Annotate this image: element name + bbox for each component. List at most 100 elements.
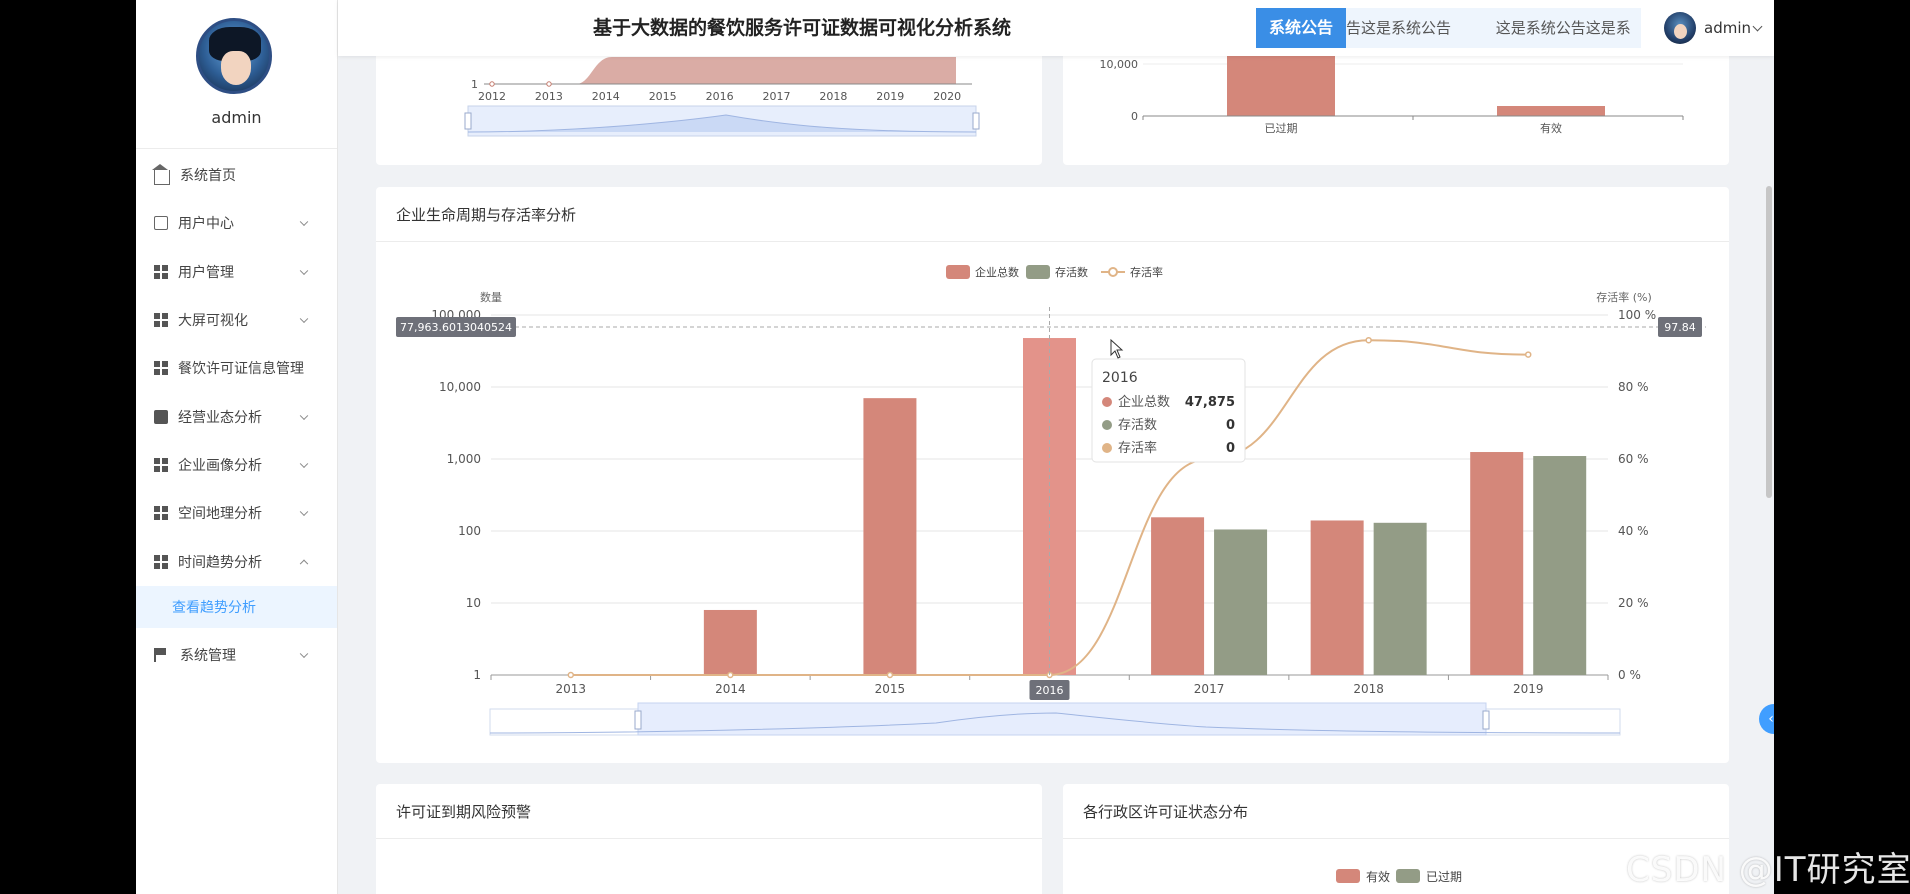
y-right-tick: 20 % bbox=[1618, 596, 1649, 610]
sidebar-item-time-trend[interactable]: 时间趋势分析 bbox=[136, 537, 337, 585]
top-left-x-label: 2018 bbox=[819, 90, 847, 103]
top-left-x-label: 2017 bbox=[763, 90, 791, 103]
chevron-down-icon[interactable] bbox=[1752, 21, 1763, 32]
y-right-tick: 60 % bbox=[1618, 452, 1649, 466]
sidebar-item-spatial[interactable]: 空间地理分析 bbox=[136, 489, 337, 537]
tooltip-series-name: 企业总数 bbox=[1118, 394, 1170, 410]
sidebar-item-label: 企业画像分析 bbox=[178, 457, 262, 474]
chevron-down-icon bbox=[299, 314, 309, 324]
sidebar-item-label: 经营业态分析 bbox=[178, 409, 262, 426]
lifecycle-chart[interactable]: 数量 存活率 (%) 1 0 % 10 20 % 100 40 % 1,000 60 % 10,00… bbox=[376, 187, 1729, 763]
chevron-down-icon bbox=[299, 649, 309, 658]
mouse-cursor-icon bbox=[1110, 338, 1124, 359]
pointer-label-right: 97.84 bbox=[1664, 321, 1696, 334]
legend-label[interactable]: 已过期 bbox=[1426, 870, 1462, 884]
tooltip-series-name: 存活率 bbox=[1118, 440, 1157, 456]
top-left-x-label: 2013 bbox=[535, 90, 563, 103]
survival-rate-point bbox=[1365, 336, 1372, 344]
sidebar-item-label: 系统管理 bbox=[180, 647, 236, 664]
survival-rate-point bbox=[727, 671, 734, 679]
tooltip-title: 2016 bbox=[1102, 370, 1138, 386]
x-tick-label: 2019 bbox=[1513, 682, 1544, 696]
sidebar-item-label: 时间趋势分析 bbox=[178, 554, 262, 571]
zoom-handle-right[interactable] bbox=[1482, 710, 1490, 730]
sidebar-item-user-center[interactable]: 用户中心 bbox=[136, 199, 337, 247]
sidebar-item-business-format[interactable]: 经营业态分析 bbox=[136, 392, 337, 440]
zoom-handle-right[interactable] bbox=[972, 112, 980, 130]
tooltip-series-name: 存活数 bbox=[1118, 418, 1157, 433]
submenu-item-view-trend[interactable]: 查看趋势分析 bbox=[136, 585, 337, 628]
y-left-tick: 10,000 bbox=[439, 380, 481, 394]
top-right-y-tick: 0 bbox=[1131, 110, 1138, 123]
grid-icon bbox=[154, 313, 168, 328]
sidebar-item-license-info[interactable]: 餐饮许可证信息管理 bbox=[136, 344, 337, 392]
top-left-x-label: 2020 bbox=[933, 90, 961, 103]
top-left-x-label: 2014 bbox=[592, 90, 620, 103]
top-left-x-label: 2016 bbox=[706, 90, 734, 103]
bar-valid bbox=[1497, 106, 1605, 116]
sidebar-item-label: 空间地理分析 bbox=[178, 506, 262, 523]
sidebar: admin 系统首页 用户中心 用户管理 大屏可视化 餐饮许可证信息管理 经营业… bbox=[136, 0, 338, 894]
grid-icon bbox=[154, 554, 168, 569]
bar-enterprise-total bbox=[863, 398, 917, 675]
tooltip-marker bbox=[1102, 443, 1112, 453]
y-left-tick: 100 bbox=[458, 524, 481, 538]
chevron-down-icon bbox=[299, 507, 309, 517]
bar-enterprise-total bbox=[703, 609, 757, 675]
bar-enterprise-total bbox=[1151, 517, 1205, 675]
sidebar-item-enterprise-profile[interactable]: 企业画像分析 bbox=[136, 441, 337, 489]
pointer-label-left: 77,963.6013040524 bbox=[400, 321, 512, 334]
bar-alive-count bbox=[1373, 522, 1427, 675]
bar-alive-count bbox=[1214, 529, 1268, 675]
header-username[interactable]: admin bbox=[1704, 0, 1751, 56]
y-axis-left-title: 数量 bbox=[480, 291, 502, 304]
top-left-x-label: 2019 bbox=[876, 90, 904, 103]
bar-expired bbox=[1227, 56, 1335, 116]
y-right-tick: 80 % bbox=[1618, 380, 1649, 394]
watermark: CSDN @IT研究室 bbox=[1626, 850, 1910, 890]
sidebar-divider bbox=[136, 148, 337, 149]
sidebar-item-label: 系统首页 bbox=[180, 168, 236, 185]
sidebar-item-label: 大屏可视化 bbox=[178, 313, 248, 330]
tooltip-marker bbox=[1102, 420, 1112, 430]
notice-bar: 系统公告 告这是系统公告 这是系统公告这是系 bbox=[1256, 8, 1641, 48]
y-axis-right-title: 存活率 (%) bbox=[1596, 290, 1652, 304]
sidebar-item-home[interactable]: 系统首页 bbox=[136, 151, 337, 199]
user-avatar[interactable] bbox=[196, 18, 272, 94]
legend-label[interactable]: 有效 bbox=[1366, 869, 1390, 884]
notice-label: 系统公告 bbox=[1256, 8, 1346, 48]
legend-swatch bbox=[1026, 265, 1050, 279]
x-tick-label: 2017 bbox=[1194, 682, 1225, 696]
card-icon bbox=[154, 216, 168, 231]
main-content: 1 2012 2013 2014 2015 2016 2017 2018 2019 2020 1… bbox=[338, 0, 1774, 894]
bar-alive-count bbox=[1533, 456, 1587, 675]
survival-rate-point bbox=[567, 671, 575, 679]
grid-icon bbox=[154, 506, 168, 521]
top-right-y-tick: 10,000 bbox=[1100, 58, 1139, 71]
card-expiry-warning: 许可证到期风险预警 bbox=[376, 784, 1042, 894]
y-left-tick: 10 bbox=[466, 596, 481, 610]
app-window: admin 系统首页 用户中心 用户管理 大屏可视化 餐饮许可证信息管理 经营业… bbox=[136, 0, 1774, 894]
header-avatar[interactable] bbox=[1664, 12, 1696, 44]
sidebar-item-system[interactable]: 系统管理 bbox=[136, 631, 337, 679]
tooltip-series-value: 47,875 bbox=[1185, 395, 1235, 410]
top-left-y-tick: 1 bbox=[471, 78, 478, 91]
bar-enterprise-total bbox=[1310, 520, 1364, 675]
sidebar-menu: 系统首页 用户中心 用户管理 大屏可视化 餐饮许可证信息管理 经营业态分析 企业… bbox=[136, 151, 337, 679]
grid-icon bbox=[154, 361, 168, 376]
survival-rate-point bbox=[1524, 351, 1532, 358]
sidebar-item-user-management[interactable]: 用户管理 bbox=[136, 248, 337, 296]
card-divider bbox=[376, 838, 1042, 839]
legend-swatch bbox=[1396, 869, 1420, 883]
tooltip-series-value: 0 bbox=[1226, 418, 1235, 433]
zoom-handle-left[interactable] bbox=[464, 112, 472, 130]
legend-swatch bbox=[1336, 869, 1360, 883]
sidebar-item-label: 用户管理 bbox=[178, 264, 234, 281]
chevron-down-icon bbox=[299, 411, 309, 420]
sidebar-item-label: 餐饮许可证信息管理 bbox=[178, 361, 304, 378]
zoom-handle-left[interactable] bbox=[634, 710, 642, 730]
sidebar-item-big-screen[interactable]: 大屏可视化 bbox=[136, 296, 337, 344]
system-title: 基于大数据的餐饮服务许可证数据可视化分析系统 bbox=[593, 17, 1012, 39]
page-scrollbar[interactable] bbox=[1766, 186, 1772, 498]
tooltip-marker bbox=[1102, 397, 1112, 407]
